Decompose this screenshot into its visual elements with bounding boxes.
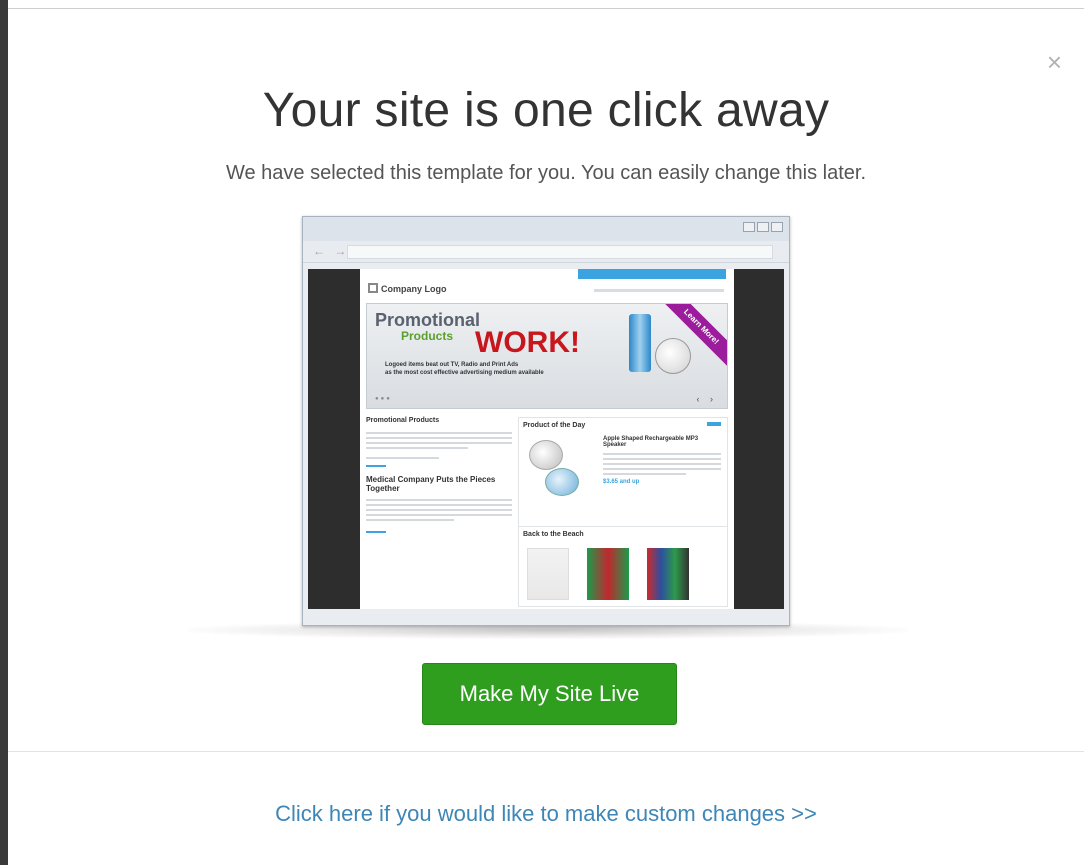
potd-description: Apple Shaped Rechargeable MP3 Speaker $3… xyxy=(603,436,721,485)
left-heading-2: Medical Company Puts the Pieces Together xyxy=(366,475,496,493)
page-subtitle: We have selected this template for you. … xyxy=(225,162,867,184)
soccer-ball-image xyxy=(655,338,691,374)
browser-titlebar xyxy=(303,217,789,241)
banner-headline: WORK! xyxy=(475,326,580,359)
back-forward-icon: ← → xyxy=(313,244,350,258)
beach-product-2 xyxy=(587,548,629,600)
product-price: $3.65 and up xyxy=(603,479,640,485)
template-banner: Promotional Products WORK! Logoed items … xyxy=(366,303,728,409)
left-heading-1: Promotional Products xyxy=(366,417,440,424)
banner-heading: Promotional Products xyxy=(375,310,481,344)
speaker-image-2 xyxy=(545,468,579,496)
template-subnav xyxy=(594,289,724,292)
banner-tagline1: Logoed items beat out TV, Radio and Prin… xyxy=(385,362,519,368)
banner-line1: Promotional xyxy=(375,310,481,330)
divider xyxy=(8,751,1084,752)
close-icon[interactable]: × xyxy=(1047,49,1062,75)
beach-product-3 xyxy=(647,548,689,600)
template-logo: Company Logo xyxy=(368,283,447,294)
product-name: Apple Shaped Rechargeable MP3 Speaker xyxy=(603,436,699,448)
logo-icon xyxy=(368,283,378,293)
carousel-dots-icon: ●●● xyxy=(375,396,392,402)
address-bar xyxy=(347,245,773,259)
template-page: Company Logo Promotional Products WORK! … xyxy=(360,269,734,609)
beach-section: Back to the Beach xyxy=(519,526,727,542)
banner-tagline2: as the most cost effective advertising m… xyxy=(385,370,544,376)
logo-text: Company Logo xyxy=(381,284,447,294)
custom-changes-link[interactable]: Click here if you would like to make cus… xyxy=(8,801,1084,827)
potd-more-link xyxy=(707,422,721,426)
browser-viewport: Company Logo Promotional Products WORK! … xyxy=(308,269,784,609)
backdrop xyxy=(0,0,8,865)
browser-toolbar: ← → xyxy=(303,241,789,263)
tumbler-image xyxy=(629,314,651,372)
banner-line2: Products xyxy=(401,329,454,343)
carousel-arrows-icon: ‹ › xyxy=(696,394,717,404)
template-left-column: Promotional Products Medical Company Put… xyxy=(366,417,512,607)
template-right-column: Product of the Day Apple Shaped Recharge… xyxy=(518,417,728,607)
window-controls-icon xyxy=(741,222,783,232)
template-preview: ← → Company Logo Promotional Products WO… xyxy=(302,216,790,626)
page-title: Your site is one click away xyxy=(262,84,830,137)
modal-dialog: × Your site is one click away We have se… xyxy=(8,8,1084,865)
beach-product-1 xyxy=(527,548,569,600)
make-site-live-button[interactable]: Make My Site Live xyxy=(422,663,677,725)
beach-heading: Back to the Beach xyxy=(523,531,584,538)
potd-heading: Product of the Day xyxy=(523,422,586,429)
template-nav-bar xyxy=(578,269,726,279)
beach-products xyxy=(527,548,689,600)
speaker-image xyxy=(529,440,563,470)
